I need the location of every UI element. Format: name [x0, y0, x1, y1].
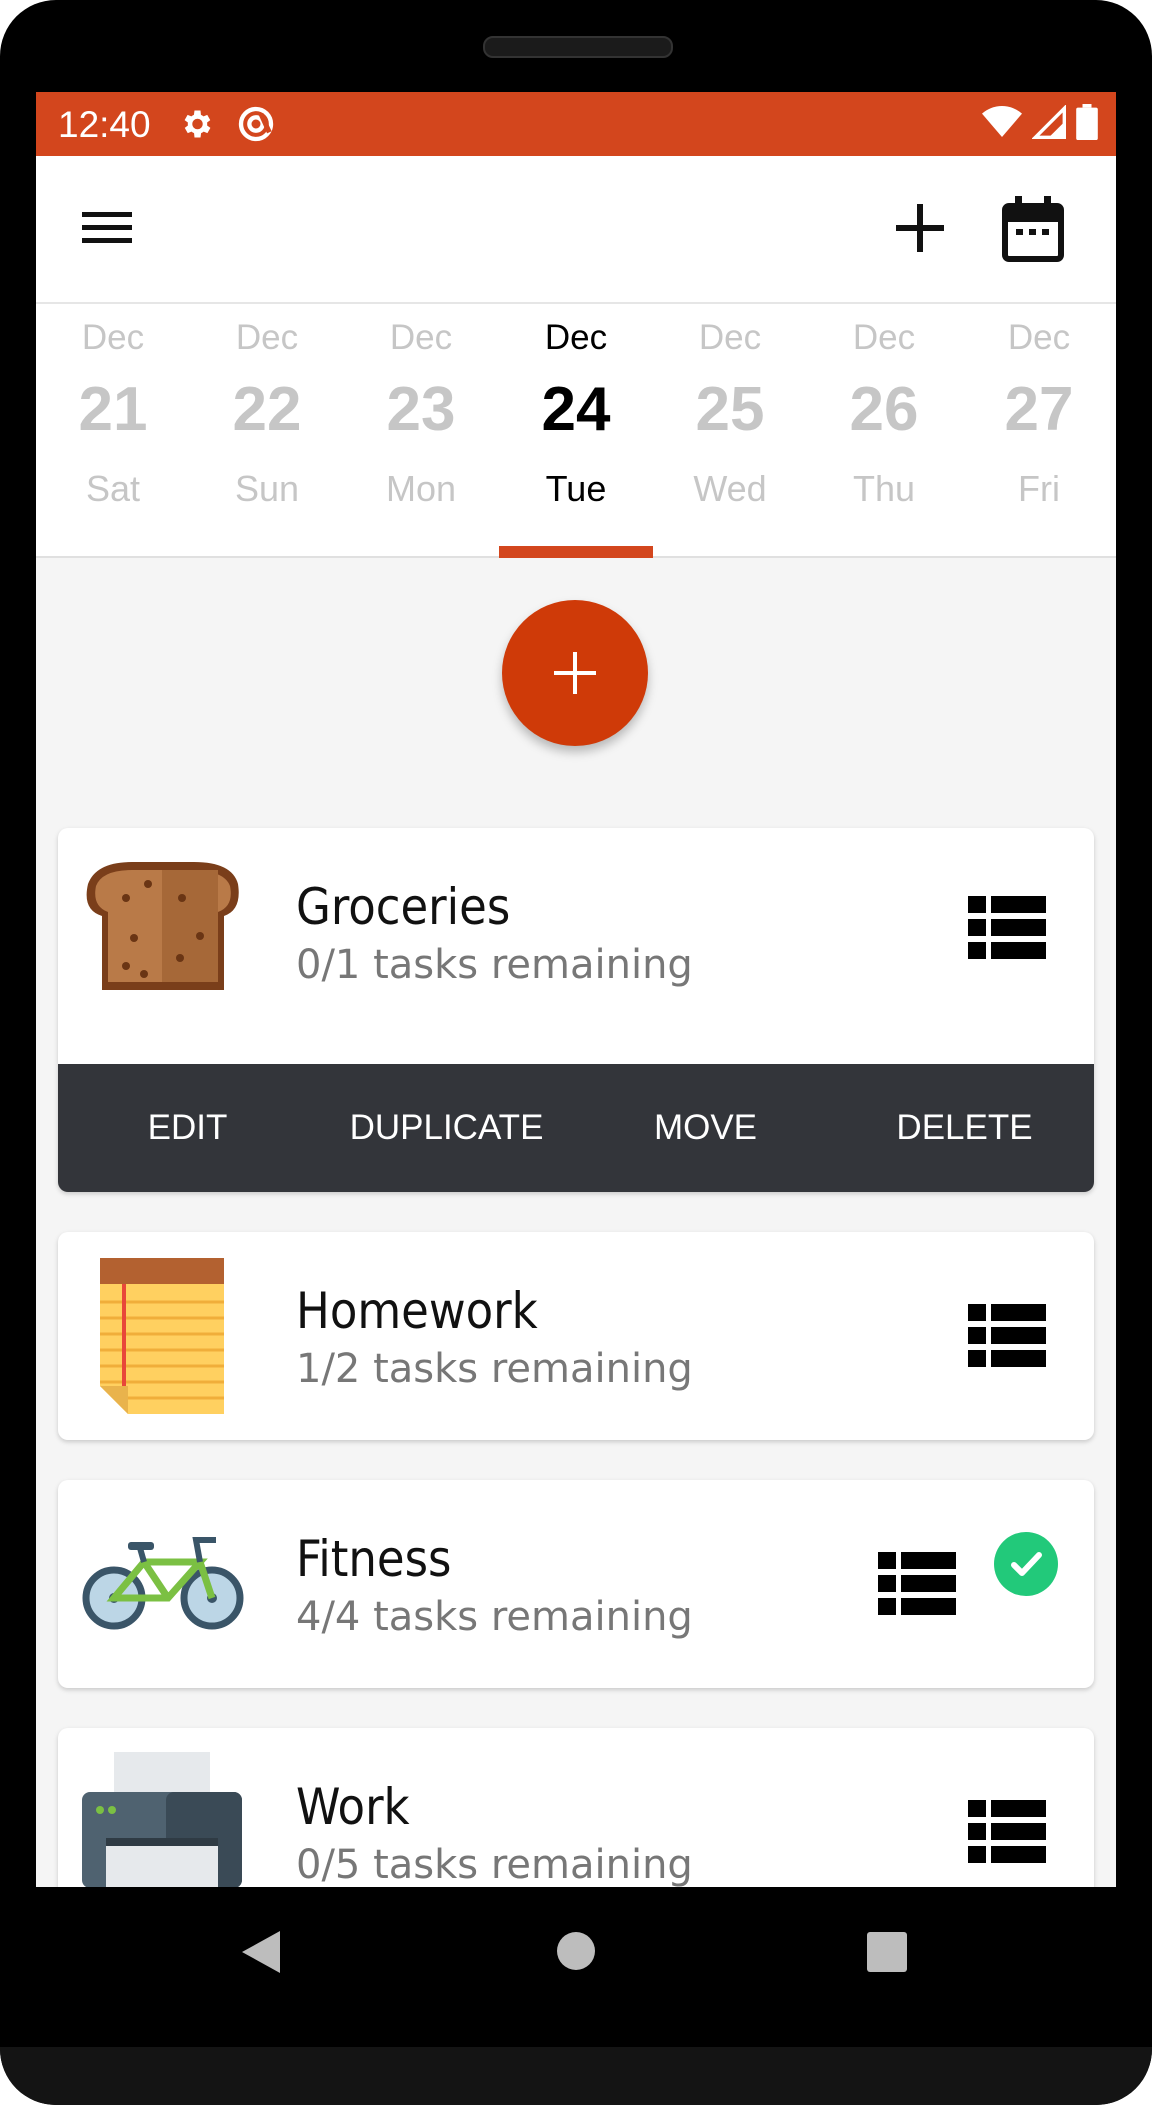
status-time: 12:40: [58, 104, 151, 145]
recents-icon[interactable]: [866, 1931, 908, 1978]
date-month: Dec: [544, 318, 608, 357]
list-view-icon[interactable]: [968, 1800, 1046, 1864]
date-weekday: Sat: [85, 468, 141, 509]
date-weekday: Wed: [693, 468, 767, 509]
list-actions-bar: EDIT DUPLICATE MOVE DELETE: [58, 1064, 1094, 1192]
back-icon[interactable]: [240, 1929, 282, 1980]
battery-icon: [1076, 104, 1098, 140]
list-card-fitness[interactable]: Fitness 4/4 tasks remaining: [58, 1480, 1094, 1688]
settings-gear-icon: [178, 106, 214, 147]
date-month: Dec: [81, 318, 145, 357]
selected-date-indicator: [499, 546, 653, 558]
date-tab-dec-26[interactable]: Dec 26 Thu: [807, 304, 961, 556]
notepad-icon: [100, 1258, 226, 1416]
bicycle-icon: [82, 1534, 244, 1634]
move-button[interactable]: MOVE: [576, 1064, 835, 1192]
date-month: Dec: [852, 318, 916, 357]
calendar-icon: [1002, 196, 1064, 262]
app-bar: [36, 156, 1116, 304]
date-weekday: Tue: [545, 468, 607, 509]
date-strip: Dec 21 Sat Dec 22 Sun Dec 23 Mon Dec 24 …: [36, 304, 1116, 558]
list-view-icon[interactable]: [968, 1304, 1046, 1368]
list-card-homework[interactable]: Homework 1/2 tasks remaining: [58, 1232, 1094, 1440]
system-navigation-bar: [0, 1887, 1152, 2047]
list-subtitle: 0/5 tasks remaining: [296, 1842, 693, 1887]
toast-bread-icon: [82, 858, 242, 996]
list-subtitle: 0/1 tasks remaining: [296, 942, 693, 988]
date-tab-dec-21[interactable]: Dec 21 Sat: [36, 304, 190, 556]
list-view-icon[interactable]: [878, 1552, 956, 1616]
date-month: Dec: [698, 318, 762, 357]
date-tab-dec-27[interactable]: Dec 27 Fri: [962, 304, 1116, 556]
list-title: Homework: [296, 1282, 538, 1340]
date-day: 23: [386, 375, 456, 444]
speaker-grille: [483, 36, 673, 58]
plus-icon: [554, 652, 596, 694]
list-view-icon[interactable]: [968, 896, 1046, 960]
date-month: Dec: [389, 318, 453, 357]
list-subtitle: 4/4 tasks remaining: [296, 1594, 693, 1640]
add-list-button[interactable]: [892, 200, 948, 256]
app-screen: 12:40 Dec 21 Sat Dec 22 Sun Dec 23 Mon D…: [36, 92, 1116, 1887]
delete-button[interactable]: DELETE: [835, 1064, 1094, 1192]
hamburger-menu-icon[interactable]: [82, 206, 134, 250]
home-icon[interactable]: [556, 1931, 596, 1976]
date-tab-dec-24-selected[interactable]: Dec 24 Tue: [499, 304, 653, 558]
duplicate-button[interactable]: DUPLICATE: [317, 1064, 576, 1192]
date-weekday: Mon: [385, 468, 457, 509]
list-card-groceries[interactable]: Groceries 0/1 tasks remaining EDIT DUPLI…: [58, 828, 1094, 1192]
list-card-work[interactable]: Work 0/5 tasks remaining: [58, 1728, 1094, 1887]
list-title: Groceries: [296, 878, 511, 936]
date-weekday: Fri: [1018, 468, 1060, 509]
date-day: 24: [541, 375, 611, 444]
sync-status-icon: [236, 104, 276, 149]
date-day: 22: [232, 375, 302, 444]
date-weekday: Sun: [234, 468, 300, 509]
list-title: Fitness: [296, 1530, 452, 1588]
status-right-icons: [982, 104, 1098, 140]
date-day: 25: [695, 375, 765, 444]
phone-bottom-bezel: [0, 2047, 1152, 2105]
status-bar: 12:40: [36, 92, 1116, 156]
printer-icon: [82, 1752, 242, 1887]
date-day: 27: [1004, 375, 1074, 444]
date-weekday: Thu: [852, 468, 916, 509]
list-title: Work: [296, 1778, 410, 1836]
date-tab-dec-22[interactable]: Dec 22 Sun: [190, 304, 344, 556]
calendar-button[interactable]: [1002, 196, 1064, 262]
date-month: Dec: [1007, 318, 1071, 357]
cell-signal-icon: [1032, 105, 1066, 139]
completed-check-icon: [994, 1532, 1058, 1596]
date-day: 21: [78, 375, 148, 444]
add-task-fab[interactable]: [502, 600, 648, 746]
date-tab-dec-23[interactable]: Dec 23 Mon: [344, 304, 498, 556]
edit-button[interactable]: EDIT: [58, 1064, 317, 1192]
date-month: Dec: [235, 318, 299, 357]
phone-frame: 12:40 Dec 21 Sat Dec 22 Sun Dec 23 Mon D…: [0, 0, 1152, 2105]
plus-icon: [896, 204, 944, 252]
date-day: 26: [849, 375, 919, 444]
date-tab-dec-25[interactable]: Dec 25 Wed: [653, 304, 807, 556]
wifi-icon: [982, 106, 1022, 137]
list-subtitle: 1/2 tasks remaining: [296, 1346, 693, 1392]
